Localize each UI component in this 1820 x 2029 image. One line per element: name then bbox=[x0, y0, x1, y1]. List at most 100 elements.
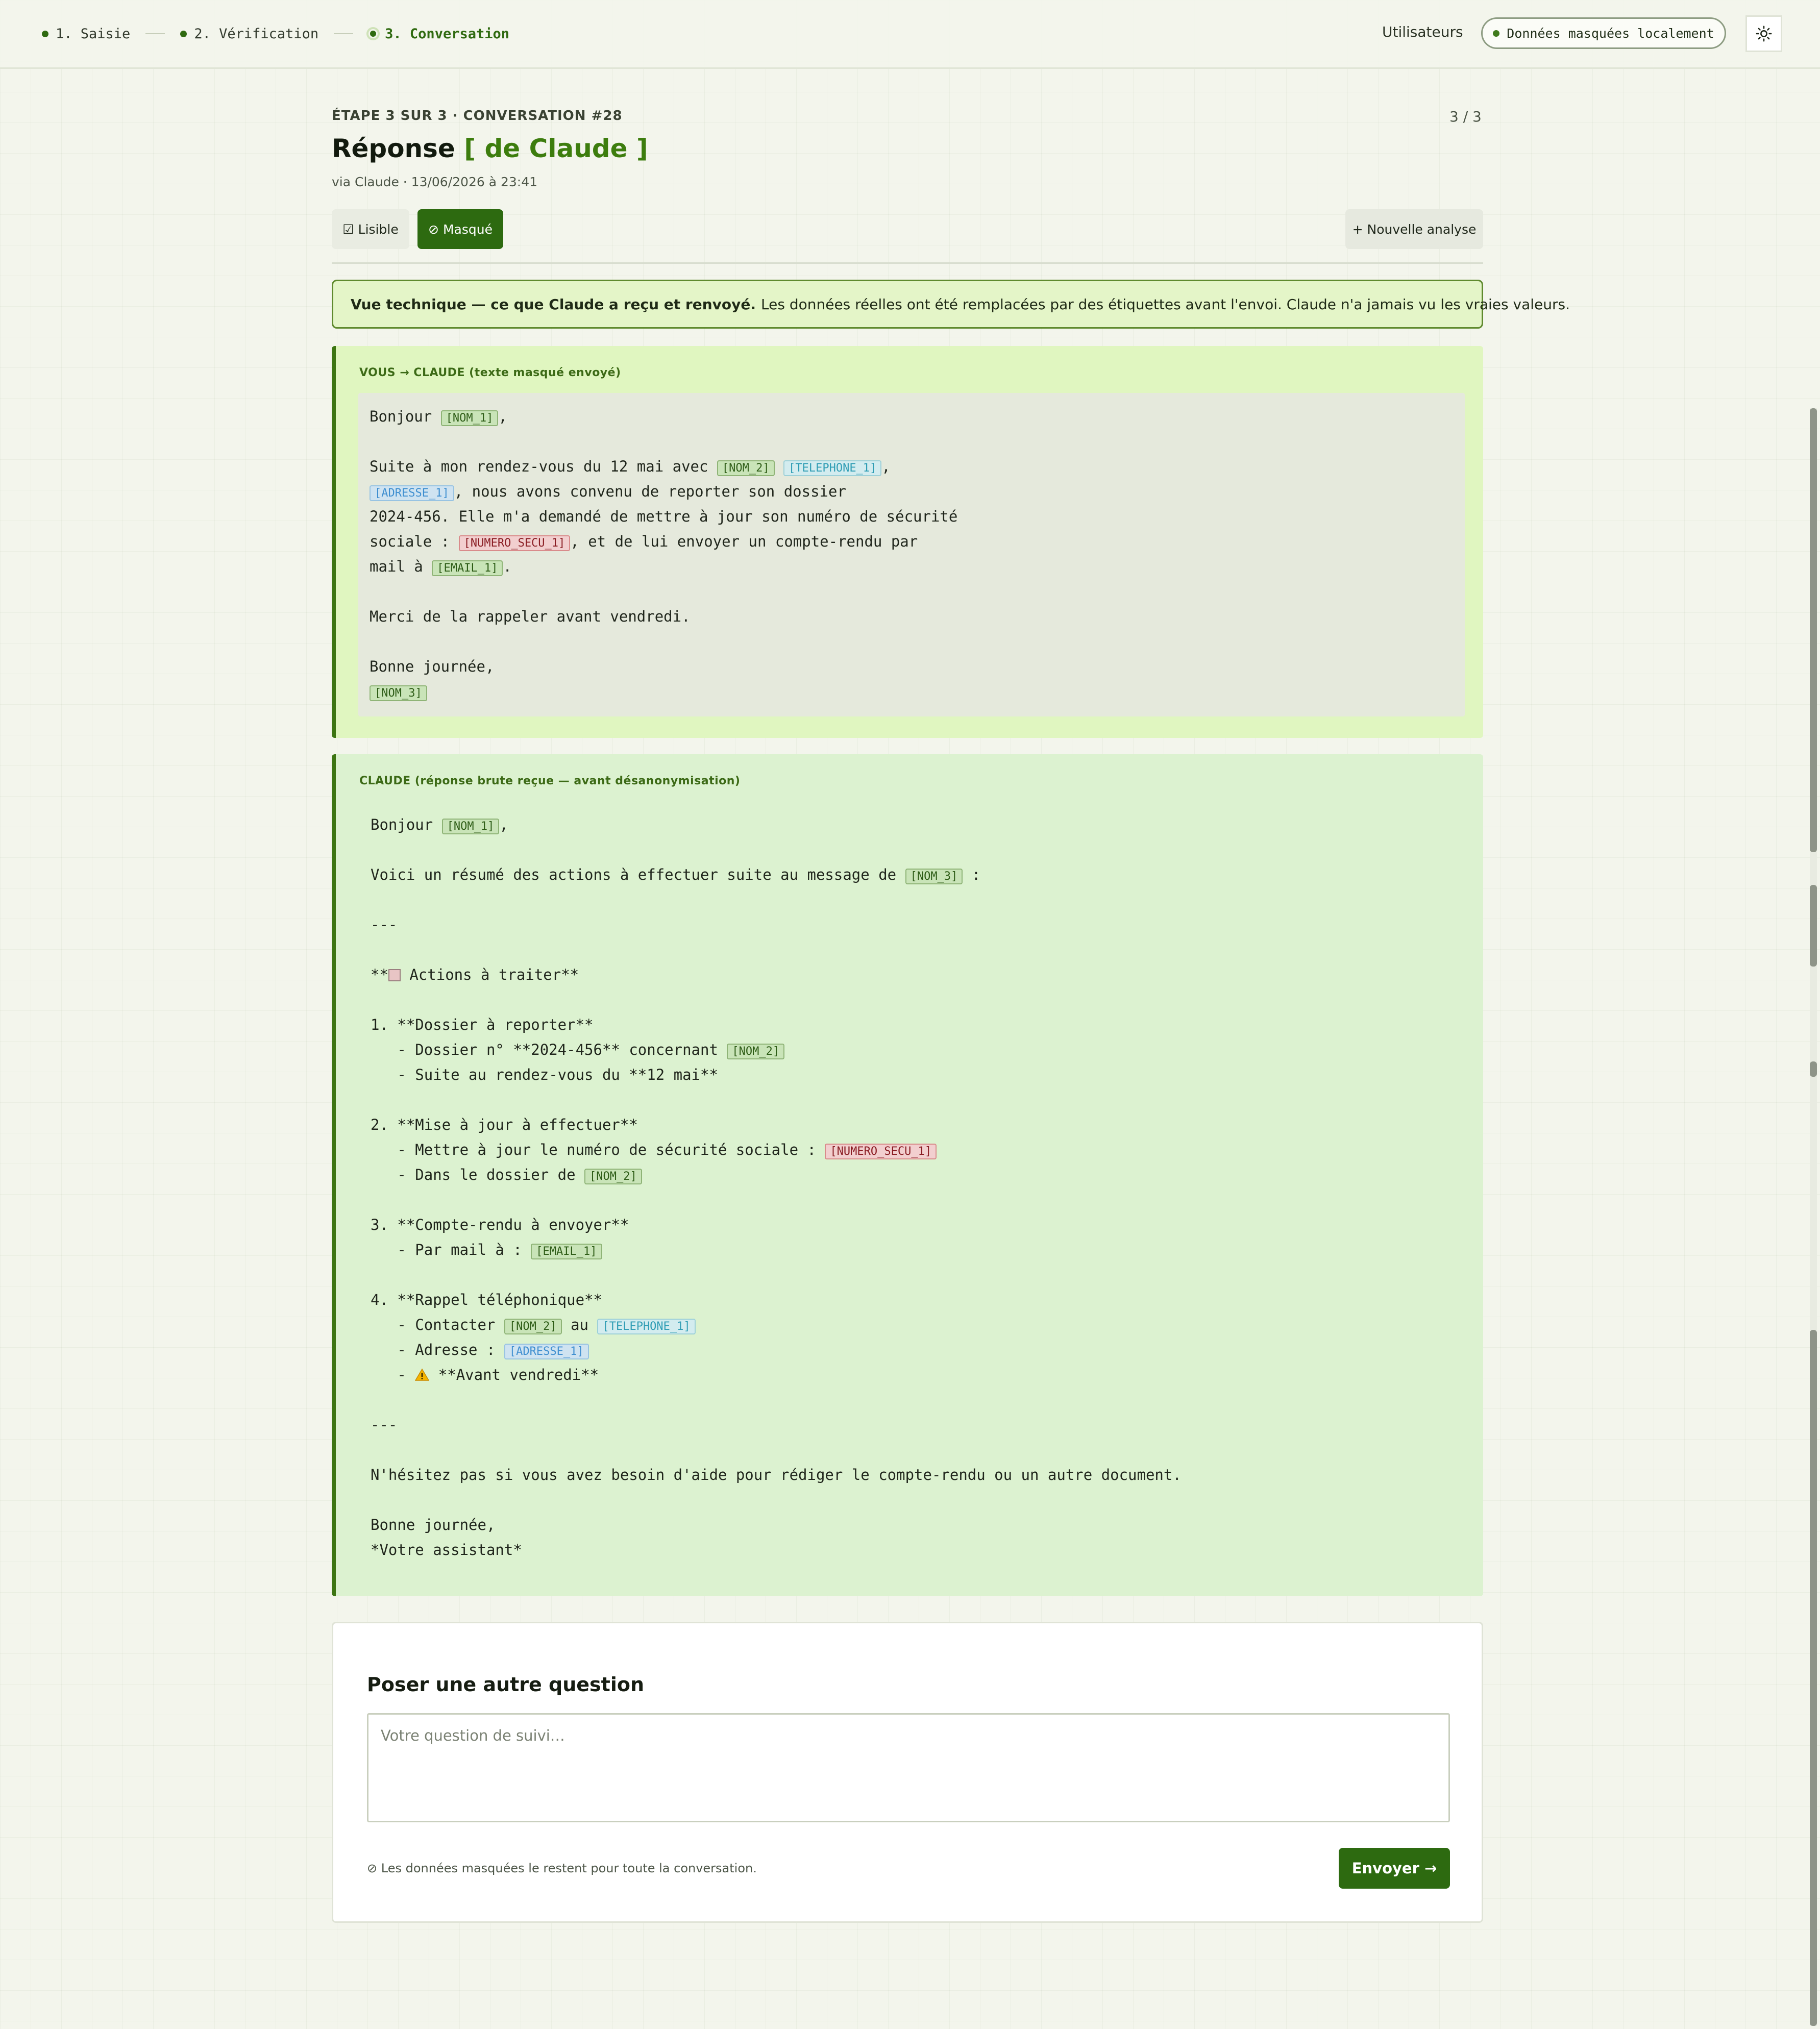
tab-lisible[interactable]: ☑ Lisible bbox=[332, 209, 409, 249]
text-segment: . bbox=[503, 558, 512, 575]
scrollbar-thumb[interactable] bbox=[1810, 408, 1817, 852]
text-segment: sociale : bbox=[370, 533, 459, 550]
text-segment: - Adresse : bbox=[371, 1341, 504, 1358]
step-separator bbox=[334, 33, 354, 34]
tag-nom-3: [NOM_3] bbox=[905, 869, 963, 884]
text-segment: - bbox=[371, 1366, 415, 1383]
text-segment: : bbox=[963, 866, 981, 883]
tag-nom-1: [NOM_1] bbox=[440, 410, 499, 426]
technical-view-banner: Vue technique — ce que Claude a reçu et … bbox=[332, 280, 1570, 329]
step-done-dot-icon bbox=[42, 30, 48, 37]
step-active-dot-icon bbox=[368, 29, 378, 38]
banner-title: Vue technique — ce que Claude a reçu et … bbox=[351, 295, 756, 313]
warning-icon bbox=[415, 1368, 430, 1381]
tag-adresse-1: [ADRESSE_1] bbox=[370, 485, 454, 501]
received-raw-text: Bonjour [NOM_1], Voici un résumé des act… bbox=[371, 812, 1182, 1563]
text-segment: Bonjour bbox=[370, 408, 441, 425]
scrollbar-thumb[interactable] bbox=[1810, 885, 1817, 967]
send-button[interactable]: Envoyer → bbox=[1339, 1848, 1450, 1889]
received-panel-label: CLAUDE (réponse brute reçue — avant désa… bbox=[359, 775, 741, 787]
text-segment: **Avant vendredi** bbox=[429, 1366, 599, 1383]
response-meta: via Claude · 13/06/2026 à 23:41 bbox=[332, 175, 538, 189]
text-segment: N'hésitez pas si vous avez besoin d'aide… bbox=[371, 1466, 1182, 1483]
text-segment: Voici un résumé des actions à effectuer … bbox=[371, 866, 905, 883]
followup-card: Poser une autre question ⊘ Les données m… bbox=[332, 1622, 1483, 1923]
step-label: 3. Conversation bbox=[385, 26, 509, 42]
tag-nom-2: [NOM_2] bbox=[727, 1044, 785, 1059]
tag-nom-3: [NOM_3] bbox=[370, 685, 427, 701]
page-counter: 3 / 3 bbox=[1449, 108, 1482, 125]
text-segment: --- bbox=[371, 1416, 398, 1433]
followup-title: Poser une autre question bbox=[367, 1673, 645, 1696]
text-segment: mail à bbox=[370, 558, 432, 575]
status-dot-icon bbox=[1493, 30, 1500, 37]
step-verification[interactable]: 2. Vérification bbox=[180, 26, 318, 42]
text-segment: - Contacter bbox=[371, 1316, 504, 1333]
text-segment: 3. **Compte-rendu à envoyer** bbox=[371, 1216, 629, 1233]
text-segment: - Suite au rendez-vous du **12 mai** bbox=[371, 1066, 718, 1083]
tag-nom-1: [NOM_1] bbox=[441, 819, 500, 834]
step-conversation[interactable]: 3. Conversation bbox=[368, 26, 509, 42]
text-segment: Bonne journée, bbox=[371, 1516, 496, 1533]
top-bar: 1. Saisie 2. Vérification 3. Conversatio… bbox=[0, 0, 1820, 69]
text-segment: - Dans le dossier de bbox=[371, 1166, 585, 1183]
text-segment: 2024-456. Elle m'a demandé de mettre à j… bbox=[370, 508, 958, 525]
nav-users-link[interactable]: Utilisateurs bbox=[1382, 23, 1463, 40]
sent-panel-label: VOUS → CLAUDE (texte masqué envoyé) bbox=[359, 366, 621, 379]
text-segment: au bbox=[561, 1316, 598, 1333]
scrollbar-thumb[interactable] bbox=[1810, 1061, 1817, 1077]
scrollbar-thumb[interactable] bbox=[1810, 1330, 1817, 2026]
masking-status-label: Données masquées localement bbox=[1507, 26, 1714, 41]
privacy-note: ⊘ Les données masquées le restent pour t… bbox=[367, 1861, 757, 1875]
step-done-dot-icon bbox=[180, 30, 187, 37]
text-segment: ** bbox=[371, 966, 388, 983]
text-segment: Actions à traiter** bbox=[400, 966, 579, 983]
step-saisie[interactable]: 1. Saisie bbox=[42, 26, 130, 42]
step-label: 1. Saisie bbox=[56, 26, 131, 42]
tag-nom-2: [NOM_2] bbox=[584, 1169, 642, 1184]
sun-icon bbox=[1756, 26, 1772, 42]
tag-telephone-1: [TELEPHONE_1] bbox=[783, 460, 882, 476]
text-segment: --- bbox=[371, 916, 398, 933]
text-segment: Bonne journée, bbox=[370, 658, 495, 675]
clipboard-emoji-icon bbox=[388, 969, 401, 981]
masking-status-pill: Données masquées localement bbox=[1481, 17, 1726, 49]
followup-question-input[interactable] bbox=[367, 1713, 1450, 1822]
tag-email-1: [EMAIL_1] bbox=[531, 1244, 602, 1259]
text-segment: Suite à mon rendez-vous du 12 mai avec bbox=[370, 458, 717, 475]
text-segment: *Votre assistant* bbox=[371, 1541, 522, 1558]
theme-toggle-button[interactable] bbox=[1745, 15, 1782, 52]
title-accent: [ de Claude ] bbox=[464, 134, 648, 163]
title-main: Réponse bbox=[332, 134, 455, 163]
tag-telephone-1: [TELEPHONE_1] bbox=[597, 1319, 696, 1334]
text-segment: , bbox=[881, 458, 891, 475]
text-segment: , nous avons convenu de reporter son dos… bbox=[454, 483, 846, 500]
tag-email-1: [EMAIL_1] bbox=[432, 560, 503, 576]
step-separator bbox=[145, 33, 165, 34]
sent-masked-text: Bonjour [NOM_1], Suite à mon rendez-vous… bbox=[358, 393, 1465, 716]
text-segment: - Par mail à : bbox=[371, 1241, 531, 1258]
banner-text: Les données réelles ont été remplacées p… bbox=[761, 295, 1570, 313]
text-segment: Bonjour bbox=[371, 816, 442, 833]
text-segment: - Mettre à jour le numéro de sécurité so… bbox=[371, 1141, 825, 1158]
tag-adresse-1: [ADRESSE_1] bbox=[504, 1344, 589, 1359]
new-analysis-button[interactable]: + Nouvelle analyse bbox=[1345, 209, 1483, 249]
text-segment: 4. **Rappel téléphonique** bbox=[371, 1291, 602, 1308]
received-response-panel: CLAUDE (réponse brute reçue — avant désa… bbox=[332, 754, 1483, 1596]
tag-nom-2: [NOM_2] bbox=[504, 1319, 562, 1334]
text-segment: Merci de la rappeler avant vendredi. bbox=[370, 608, 691, 625]
tab-masque[interactable]: ⊘ Masqué bbox=[417, 209, 503, 249]
text-segment: - Dossier n° **2024-456** concernant bbox=[371, 1041, 727, 1058]
text-segment: , et de lui envoyer un compte-rendu par bbox=[570, 533, 918, 550]
text-segment: 2. **Mise à jour à effectuer** bbox=[371, 1116, 638, 1133]
header-divider bbox=[332, 262, 1483, 264]
sent-message-panel: VOUS → CLAUDE (texte masqué envoyé) Bonj… bbox=[332, 346, 1483, 738]
text-segment: , bbox=[498, 408, 507, 425]
text-segment: 1. **Dossier à reporter** bbox=[371, 1016, 594, 1033]
text-segment: , bbox=[499, 816, 508, 833]
step-label: 2. Vérification bbox=[194, 26, 319, 42]
page-title: Réponse [ de Claude ] bbox=[332, 134, 648, 163]
tag-numero-secu-1: [NUMERO_SECU_1] bbox=[825, 1144, 937, 1159]
tag-nom-2: [NOM_2] bbox=[717, 460, 775, 476]
stepper: 1. Saisie 2. Vérification 3. Conversatio… bbox=[42, 0, 509, 67]
